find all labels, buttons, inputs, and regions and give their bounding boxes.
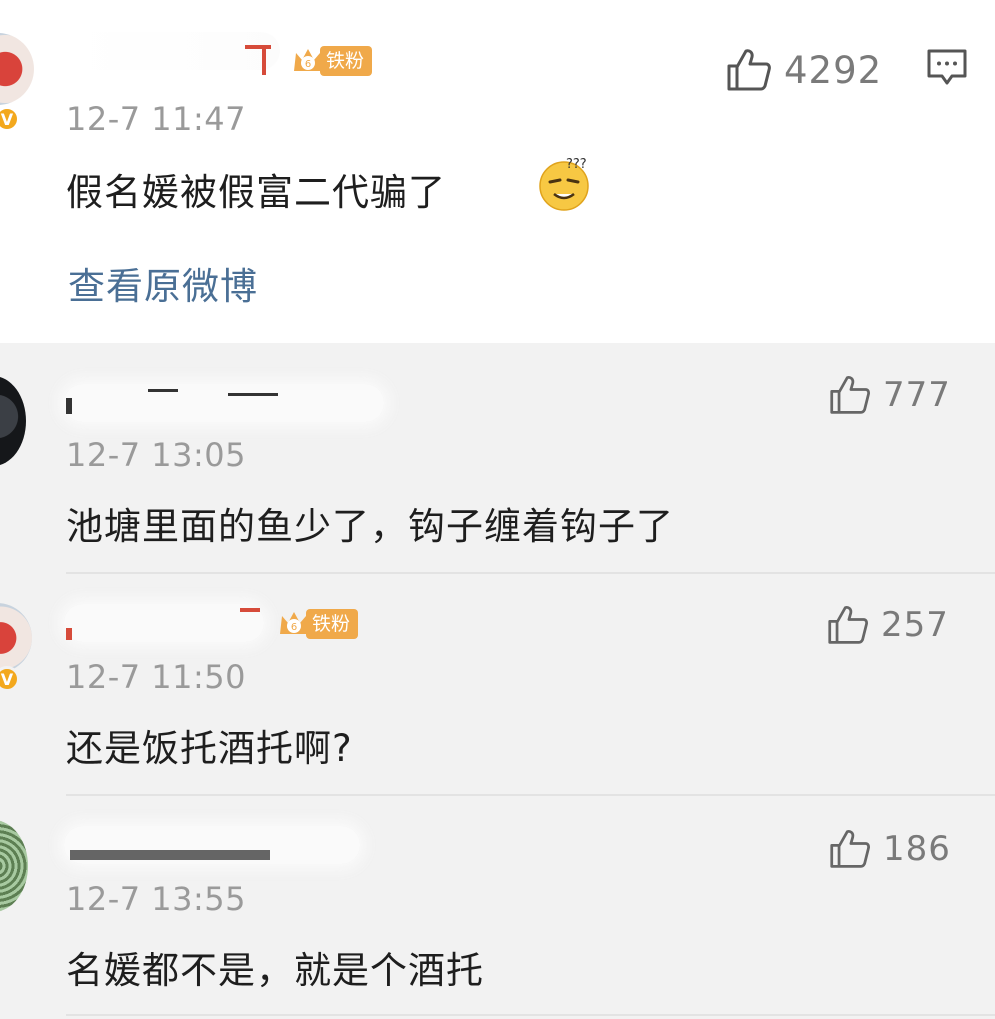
divider xyxy=(66,572,995,574)
like-count: 777 xyxy=(883,375,951,415)
divider xyxy=(66,794,995,796)
comment-text: 假名媛被假富二代骗了 xyxy=(66,171,446,214)
like-count: 4292 xyxy=(784,48,883,92)
view-original-link[interactable]: 查看原微博 xyxy=(68,256,258,310)
username-fragment xyxy=(70,850,270,860)
fan-badge-label: 铁粉 xyxy=(306,609,359,639)
username-fragment xyxy=(240,608,260,612)
comment-time: 12-7 13:55 xyxy=(66,880,247,918)
avatar[interactable] xyxy=(0,33,34,105)
svg-text:???: ??? xyxy=(566,157,587,172)
verified-badge-icon: V xyxy=(0,106,20,132)
username-fragment xyxy=(245,45,271,49)
dizzy-face-emoji-icon: ??? xyxy=(539,157,589,211)
like-button[interactable]: 186 xyxy=(829,828,951,870)
like-button[interactable]: 4292 xyxy=(726,48,882,92)
like-count: 257 xyxy=(881,605,949,645)
username-fragment xyxy=(66,628,72,640)
like-button[interactable]: 777 xyxy=(829,374,951,416)
thumbs-up-icon xyxy=(727,49,771,91)
thumbs-up-icon xyxy=(828,606,868,644)
comment-text: 还是饭托酒托啊? xyxy=(66,727,353,770)
username[interactable] xyxy=(64,604,264,642)
username-fragment xyxy=(66,398,72,414)
username-fragment xyxy=(228,393,278,396)
comment-time: 12-7 13:05 xyxy=(66,436,247,474)
like-button[interactable]: 257 xyxy=(827,604,949,646)
like-count: 186 xyxy=(883,829,951,869)
thumbs-up-icon xyxy=(830,830,870,868)
username[interactable] xyxy=(64,384,384,422)
username-fragment xyxy=(148,389,178,392)
fan-badge[interactable]: 6 铁粉 xyxy=(290,43,373,79)
divider xyxy=(66,1014,995,1016)
fan-badge[interactable]: 6 铁粉 xyxy=(276,606,359,642)
thumbs-up-icon xyxy=(830,376,870,414)
main-comment: V 6 铁粉 4292 12-7 11:47 假名媛被假富二代骗了 ??? 查看 xyxy=(0,0,995,343)
svg-text:6: 6 xyxy=(305,59,311,70)
username[interactable] xyxy=(70,32,280,70)
comment-icon[interactable] xyxy=(926,48,968,88)
comment-text: 名媛都不是，就是个酒托 xyxy=(66,949,484,992)
comment-text: 池塘里面的鱼少了，钩子缠着钩子了 xyxy=(66,505,674,548)
comment-time: 12-7 11:47 xyxy=(66,100,247,138)
username-fragment xyxy=(262,45,266,75)
comment-time: 12-7 11:50 xyxy=(66,658,247,696)
fan-badge-label: 铁粉 xyxy=(320,46,373,76)
svg-text:6: 6 xyxy=(291,622,297,633)
